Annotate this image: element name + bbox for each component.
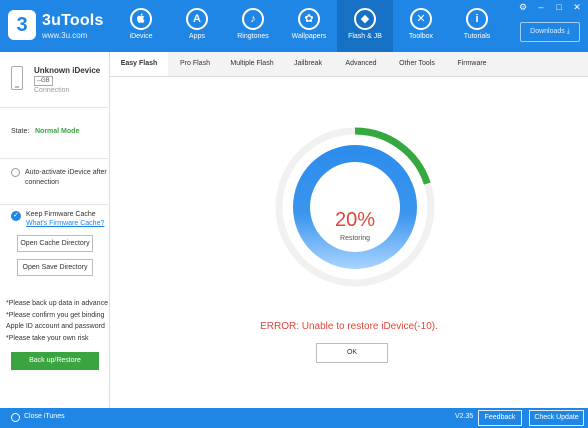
open-cache-directory-button[interactable]: Open Cache Directory	[17, 235, 93, 252]
close-itunes-label[interactable]: Close iTunes	[24, 413, 65, 420]
window-controls: ⚙ – □ ✕	[518, 2, 582, 12]
nav-label: Wallpapers	[291, 33, 327, 40]
device-name: Unknown iDevice	[34, 66, 101, 75]
error-message: ERROR: Unable to restore iDevice(-10).	[260, 321, 438, 332]
app-logo: 3 3uTools www.3u.com	[8, 8, 118, 44]
apps-icon: A	[186, 8, 208, 30]
sidebar: Unknown iDevice --GB Connection State: N…	[0, 52, 110, 408]
ok-button[interactable]: OK	[316, 343, 388, 363]
main-panel: 20% Restoring ERROR: Unable to restore i…	[110, 77, 588, 408]
backup-restore-button[interactable]: Back up/Restore	[11, 352, 99, 370]
tab-jailbreak[interactable]: Jailbreak	[282, 52, 334, 76]
app-url: www.3u.com	[42, 31, 88, 40]
downloads-button[interactable]: Downloads ⤓	[520, 22, 580, 42]
nav-wallpapers[interactable]: ✿ Wallpapers	[281, 0, 337, 52]
settings-icon[interactable]: ⚙	[518, 2, 528, 12]
state-label: State:	[11, 128, 30, 135]
auto-activate-radio[interactable]	[11, 168, 20, 177]
nav-label: Ringtones	[237, 33, 269, 40]
tab-firmware[interactable]: Firmware	[446, 52, 498, 76]
auto-activate-label: Auto-activate iDevice after connection	[25, 169, 107, 186]
notes: *Please back up data in advance *Please …	[6, 298, 110, 344]
nav-idevice[interactable]: iDevice	[113, 0, 169, 52]
nav-ringtones[interactable]: ♪ Ringtones	[225, 0, 281, 52]
bell-icon: ♪	[242, 8, 264, 30]
tab-other-tools[interactable]: Other Tools	[388, 52, 446, 76]
nav-label: Flash & JB	[348, 33, 382, 40]
logo-badge-icon: 3	[8, 10, 36, 40]
minimize-icon[interactable]: –	[536, 2, 546, 12]
note-line: *Please back up data in advance	[6, 300, 108, 307]
state-row: State: Normal Mode	[0, 108, 110, 159]
progress-ring-graphic	[275, 127, 435, 287]
progress-percent: 20%	[334, 209, 376, 231]
main-nav: iDevice A Apps ♪ Ringtones ✿ Wallpapers …	[113, 0, 505, 52]
nav-toolbox[interactable]: ✕ Toolbox	[393, 0, 449, 52]
info-icon: i	[466, 8, 488, 30]
top-bar: 3 3uTools www.3u.com iDevice A Apps ♪ Ri…	[0, 0, 588, 52]
note-line: *Please confirm you get binding	[6, 311, 105, 319]
status-bar: Close iTunes V2.35 Feedback Check Update	[0, 408, 588, 428]
tab-multiple-flash[interactable]: Multiple Flash	[222, 52, 282, 76]
downloads-label: Downloads	[530, 28, 565, 35]
app-name: 3uTools	[42, 12, 104, 29]
version-label: V2.35	[455, 413, 474, 420]
nav-label: Tutorials	[463, 33, 491, 40]
whats-cache-link[interactable]: What's Firmware Cache?	[26, 220, 104, 227]
progress-ring: 20% Restoring	[275, 127, 435, 287]
keep-cache-checkbox[interactable]: ✓	[11, 211, 21, 221]
device-connection: Connection	[34, 87, 70, 94]
nav-apps[interactable]: A Apps	[169, 0, 225, 52]
tab-pro-flash[interactable]: Pro Flash	[168, 52, 222, 76]
nav-label: Apps	[189, 33, 205, 40]
sub-tabs: Easy Flash Pro Flash Multiple Flash Jail…	[110, 52, 588, 77]
phone-icon	[11, 66, 23, 90]
nav-tutorials[interactable]: i Tutorials	[449, 0, 505, 52]
apple-icon	[130, 8, 152, 30]
tab-advanced[interactable]: Advanced	[334, 52, 388, 76]
device-card: Unknown iDevice --GB Connection	[0, 52, 110, 108]
dropbox-icon: ◆	[354, 8, 376, 30]
nav-label: Toolbox	[408, 33, 434, 40]
tools-icon: ✕	[410, 8, 432, 30]
keep-cache-label: Keep Firmware Cache	[26, 211, 96, 218]
maximize-icon[interactable]: □	[554, 2, 564, 12]
progress-status: Restoring	[340, 235, 370, 242]
check-update-button[interactable]: Check Update	[529, 410, 584, 426]
close-itunes-radio[interactable]	[11, 413, 20, 422]
nav-flash-jb[interactable]: ◆ Flash & JB	[337, 0, 393, 52]
note-line: Apple ID account and password	[6, 323, 105, 330]
nav-label: iDevice	[129, 33, 153, 40]
note-line: *Please take your own risk	[6, 334, 89, 342]
tab-easy-flash[interactable]: Easy Flash	[110, 52, 168, 76]
state-value: Normal Mode	[35, 128, 80, 135]
flower-icon: ✿	[298, 8, 320, 30]
close-icon[interactable]: ✕	[572, 2, 582, 12]
feedback-button[interactable]: Feedback	[478, 410, 522, 426]
device-capacity: --GB	[34, 76, 53, 86]
open-save-directory-button[interactable]: Open Save Directory	[17, 259, 93, 276]
download-icon: ⤓	[566, 28, 570, 35]
